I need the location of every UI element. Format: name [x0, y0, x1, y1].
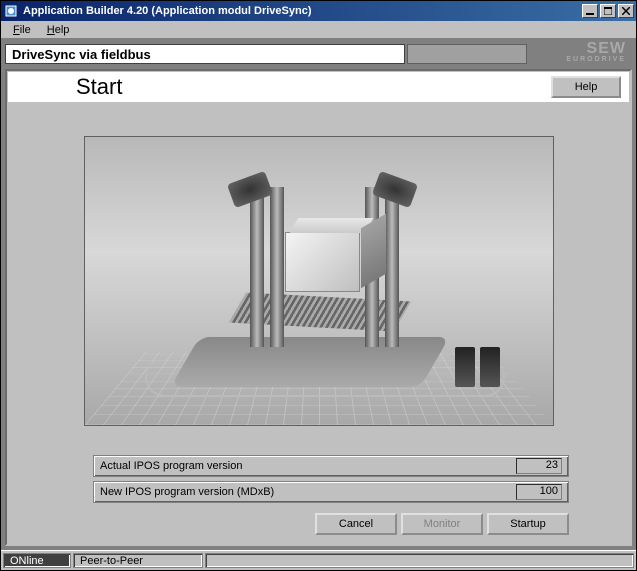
menu-file[interactable]: File — [5, 23, 39, 37]
mode-label: DriveSync via fieldbus — [5, 44, 405, 64]
window-title: Application Builder 4.20 (Application mo… — [23, 5, 582, 17]
brand-sub: EURODRIVE — [566, 54, 626, 65]
version-info: Actual IPOS program version 23 New IPOS … — [8, 455, 629, 513]
startup-button[interactable]: Startup — [487, 513, 569, 535]
new-version-label: New IPOS program version (MDxB) — [100, 486, 516, 498]
maximize-button[interactable] — [600, 4, 616, 18]
help-button[interactable]: Help — [551, 76, 621, 98]
menubar: File Help — [1, 21, 636, 39]
cancel-button[interactable]: Cancel — [315, 513, 397, 535]
start-bar: Start Help — [8, 72, 629, 102]
content-area: DriveSync via fieldbus SEW EURODRIVE Sta… — [1, 39, 636, 550]
page-title: Start — [76, 74, 551, 100]
machine-illustration — [84, 136, 554, 426]
actual-version-value: 23 — [516, 458, 562, 474]
actual-version-row: Actual IPOS program version 23 — [93, 455, 569, 477]
titlebar: Application Builder 4.20 (Application mo… — [1, 1, 636, 21]
menu-help[interactable]: Help — [39, 23, 78, 37]
new-version-value: 100 — [516, 484, 562, 500]
header-row: DriveSync via fieldbus SEW EURODRIVE — [5, 43, 632, 65]
status-online: ONline — [3, 553, 71, 568]
new-version-row: New IPOS program version (MDxB) 100 — [93, 481, 569, 503]
monitor-button[interactable]: Monitor — [401, 513, 483, 535]
status-peer: Peer-to-Peer — [73, 553, 203, 568]
close-button[interactable] — [618, 4, 634, 18]
action-buttons: Cancel Monitor Startup — [8, 513, 629, 543]
main-panel: Start Help — [5, 69, 632, 546]
actual-version-label: Actual IPOS program version — [100, 460, 516, 472]
progress-bar — [407, 44, 527, 64]
app-icon — [3, 3, 19, 19]
minimize-button[interactable] — [582, 4, 598, 18]
brand-logo: SEW EURODRIVE — [566, 43, 632, 65]
status-fill — [205, 553, 634, 568]
statusbar: ONline Peer-to-Peer — [1, 550, 636, 570]
application-window: Application Builder 4.20 (Application mo… — [0, 0, 637, 571]
machine-illustration-area — [8, 102, 629, 455]
